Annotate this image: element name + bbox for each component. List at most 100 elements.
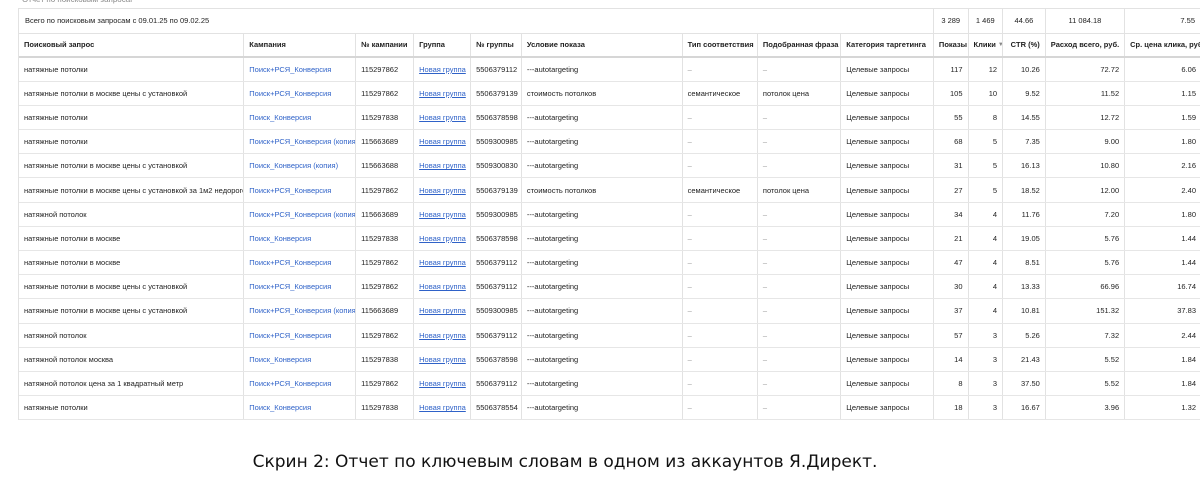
cell-group: Новая группа — [413, 274, 471, 300]
cell-group: Новая группа — [413, 395, 471, 421]
total-avg-cpc: 7.55 — [1124, 9, 1200, 34]
cell-target-category: Целевые запросы — [840, 395, 934, 421]
cell-group-link[interactable]: Новая группа — [419, 137, 466, 146]
cell-campaign-link[interactable]: Поиск_Конверсия — [249, 113, 311, 122]
cell-condition: стоимость потолков — [520, 177, 683, 203]
cell-avg-cpc: 1.80 — [1124, 202, 1200, 227]
cell-campaign-link[interactable]: Поиск+РСЯ_Конверсия — [249, 186, 331, 195]
col-header-target-category[interactable]: Категория таргетинга — [840, 33, 934, 58]
cell-campaign-id: 115297838 — [355, 105, 414, 131]
cell-match-type: – — [681, 105, 758, 131]
cell-condition: ---autotargeting — [520, 57, 683, 82]
cell-match-type: семантическое — [681, 81, 758, 106]
col-header-campaign-id[interactable]: № кампании — [355, 33, 414, 58]
cell-campaign-link[interactable]: Поиск_Конверсия — [249, 403, 311, 412]
cell-group: Новая группа — [413, 105, 471, 131]
cell-campaign: Поиск+РСЯ_Конверсия — [243, 274, 356, 300]
col-header-campaign[interactable]: Кампания — [243, 33, 356, 58]
cell-impressions: 47 — [932, 250, 968, 276]
cell-group-link[interactable]: Новая группа — [419, 210, 466, 219]
cell-campaign-link[interactable]: Поиск+РСЯ_Конверсия — [249, 65, 331, 74]
cell-target-category: Целевые запросы — [840, 81, 934, 106]
cell-group-link[interactable]: Новая группа — [419, 186, 466, 195]
cell-campaign-link[interactable]: Поиск+РСЯ_Конверсия (копия) — [249, 210, 355, 219]
cell-campaign-id: 115297862 — [355, 177, 414, 203]
col-header-group-id[interactable]: № группы — [470, 33, 522, 58]
cell-campaign-link[interactable]: Поиск+РСЯ_Конверсия — [249, 379, 331, 388]
cell-group-link[interactable]: Новая группа — [419, 282, 466, 291]
cell-campaign-link[interactable]: Поиск_Конверсия — [249, 234, 311, 243]
cell-group-link[interactable]: Новая группа — [419, 65, 466, 74]
cell-clicks: 5 — [967, 129, 1003, 155]
cell-cost: 11.52 — [1044, 81, 1125, 106]
cell-group-link[interactable]: Новая группа — [419, 403, 466, 412]
cell-ctr: 13.33 — [1002, 274, 1046, 300]
cell-matched-phrase: – — [756, 250, 841, 276]
cell-group-link[interactable]: Новая группа — [419, 161, 466, 170]
cell-campaign-id: 115297862 — [355, 57, 414, 82]
cell-group-link[interactable]: Новая группа — [419, 355, 466, 364]
col-header-avg-cpc[interactable]: Ср. цена клика, руб. — [1124, 33, 1200, 58]
cell-clicks: 4 — [967, 298, 1003, 324]
cell-campaign-id: 115297862 — [355, 371, 414, 397]
cell-matched-phrase: – — [756, 226, 841, 252]
cell-group-id: 5506379139 — [470, 81, 522, 106]
cell-matched-phrase: – — [756, 323, 841, 348]
cell-matched-phrase: потолок цена — [756, 81, 841, 106]
cell-campaign-link[interactable]: Поиск+РСЯ_Конверсия (копия) — [249, 306, 355, 315]
cell-avg-cpc: 2.16 — [1124, 153, 1200, 179]
cell-group-link[interactable]: Новая группа — [419, 306, 466, 315]
cell-campaign-link[interactable]: Поиск+РСЯ_Конверсия — [249, 282, 331, 291]
cell-campaign-link[interactable]: Поиск+РСЯ_Конверсия — [249, 89, 331, 98]
cell-impressions: 68 — [932, 129, 968, 155]
cell-avg-cpc: 2.40 — [1124, 177, 1200, 203]
cell-clicks: 10 — [967, 81, 1003, 106]
cell-campaign-id: 115297838 — [355, 226, 414, 252]
col-header-ctr[interactable]: CTR (%) — [1002, 33, 1046, 58]
cell-campaign: Поиск+РСЯ_Конверсия — [243, 57, 356, 82]
table-row: натяжной потолок цена за 1 квадратный ме… — [19, 371, 1200, 397]
cell-query: натяжные потолки в москве — [19, 226, 244, 252]
cell-campaign: Поиск+РСЯ_Конверсия — [243, 177, 356, 203]
cell-query: натяжные потолки в москве цены с установ… — [19, 153, 244, 179]
cell-avg-cpc: 1.44 — [1124, 226, 1200, 252]
cell-campaign-link[interactable]: Поиск+РСЯ_Конверсия — [249, 258, 331, 267]
cell-match-type: – — [681, 202, 758, 227]
col-header-query[interactable]: Поисковый запрос — [19, 33, 244, 58]
col-header-matched-phrase[interactable]: Подобранная фраза — [756, 33, 841, 58]
cell-ctr: 21.43 — [1002, 347, 1046, 372]
cell-impressions: 31 — [932, 153, 968, 179]
cell-impressions: 8 — [932, 371, 968, 397]
cell-campaign-id: 115297862 — [355, 274, 414, 300]
cell-target-category: Целевые запросы — [840, 129, 934, 155]
col-header-impressions[interactable]: Показы — [932, 33, 968, 58]
cell-group-link[interactable]: Новая группа — [419, 258, 466, 267]
cell-group-id: 5506379112 — [470, 250, 522, 276]
col-header-condition[interactable]: Условие показа — [520, 33, 683, 58]
cell-group-link[interactable]: Новая группа — [419, 234, 466, 243]
cell-group: Новая группа — [413, 371, 471, 397]
cell-cost: 72.72 — [1044, 57, 1125, 82]
cell-clicks: 4 — [967, 274, 1003, 300]
cell-matched-phrase: – — [756, 298, 841, 324]
cell-campaign-link[interactable]: Поиск_Конверсия — [249, 355, 311, 364]
col-header-cost[interactable]: Расход всего, руб. — [1044, 33, 1125, 58]
cell-query: натяжной потолок цена за 1 квадратный ме… — [19, 371, 244, 397]
col-header-match-type[interactable]: Тип соответствия — [681, 33, 758, 58]
cell-clicks: 3 — [967, 347, 1003, 372]
cell-campaign-link[interactable]: Поиск+РСЯ_Конверсия (копия) — [249, 137, 355, 146]
col-header-clicks[interactable]: Клики▼ — [967, 33, 1003, 58]
cell-group-link[interactable]: Новая группа — [419, 331, 466, 340]
cell-campaign-link[interactable]: Поиск_Конверсия (копия) — [249, 161, 338, 170]
cell-campaign: Поиск+РСЯ_Конверсия (копия) — [243, 298, 356, 324]
cell-target-category: Целевые запросы — [840, 57, 934, 82]
col-header-group[interactable]: Группа — [413, 33, 471, 58]
cell-group-link[interactable]: Новая группа — [419, 113, 466, 122]
cell-avg-cpc: 1.84 — [1124, 347, 1200, 372]
cell-query: натяжные потолки в москве цены с установ… — [19, 177, 244, 203]
cell-campaign-link[interactable]: Поиск+РСЯ_Конверсия — [249, 331, 331, 340]
cell-group-link[interactable]: Новая группа — [419, 89, 466, 98]
cell-clicks: 3 — [967, 371, 1003, 397]
cell-match-type: – — [681, 323, 758, 348]
cell-group-link[interactable]: Новая группа — [419, 379, 466, 388]
